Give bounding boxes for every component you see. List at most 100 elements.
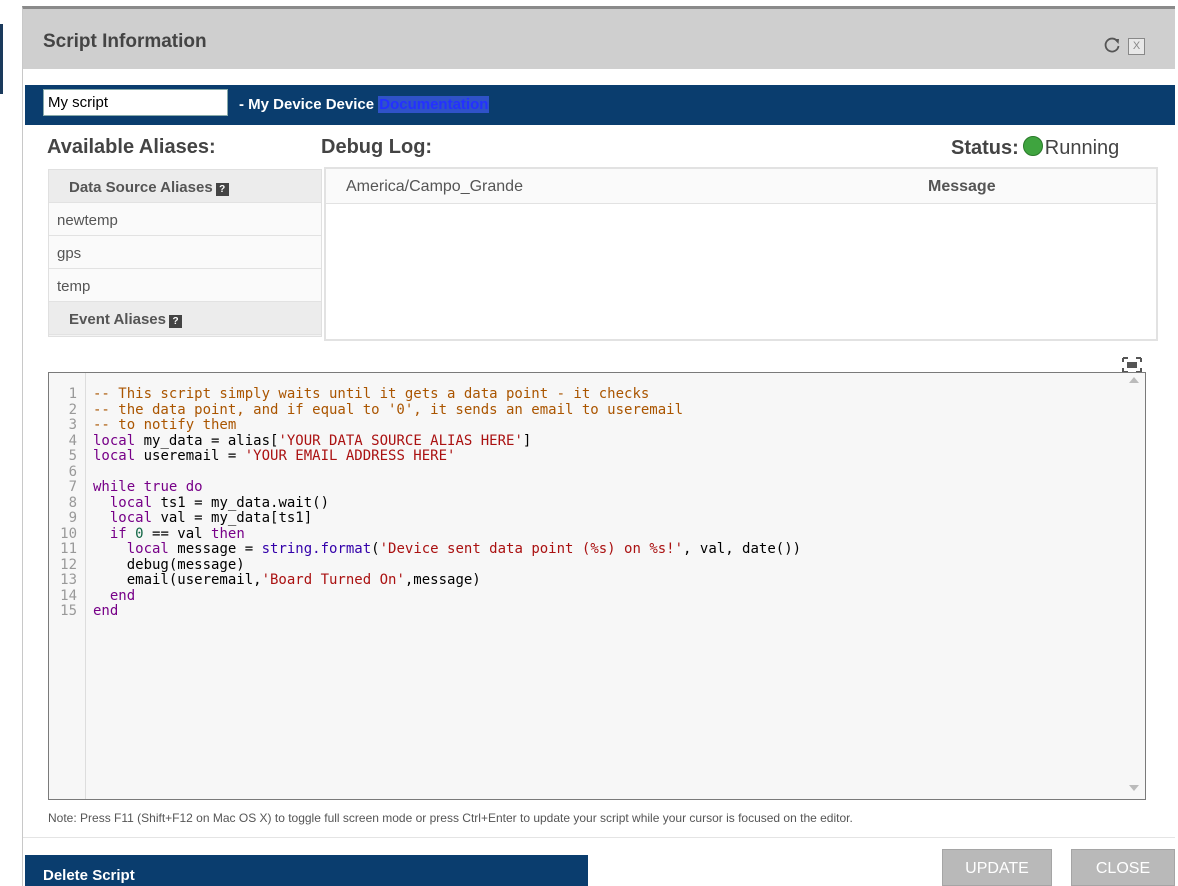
code-token: ] xyxy=(522,432,532,449)
code-text: local useremail = 'YOUR EMAIL ADDRESS HE… xyxy=(93,448,456,465)
debug-log-heading: Debug Log: xyxy=(321,136,433,158)
code-line[interactable]: 9 local val = my_data[ts1] xyxy=(49,510,1145,527)
code-token: local xyxy=(93,432,136,449)
dialog-title: Script Information xyxy=(43,31,207,52)
code-line[interactable]: 12 debug(message) xyxy=(49,556,1145,574)
debug-log-table: America/Campo_Grande Message xyxy=(324,167,1158,341)
code-token: string.format xyxy=(261,541,372,557)
code-content[interactable]: 1 -- This script simply waits until it ge… xyxy=(49,386,1145,620)
documentation-link[interactable]: Documentation xyxy=(378,96,490,113)
code-line[interactable]: 10 if 0 == val then xyxy=(49,525,1145,543)
code-token: local xyxy=(93,448,136,464)
script-name-bar: - My Device Device Documentation xyxy=(25,85,1175,125)
line-number: 1 xyxy=(68,386,77,402)
code-line[interactable]: 14 end xyxy=(49,588,1145,605)
code-token: local xyxy=(109,494,153,511)
code-token: end xyxy=(93,603,119,619)
scroll-down-arrow[interactable] xyxy=(1129,785,1139,791)
message-column-header[interactable]: Message xyxy=(928,178,996,196)
line-number: 13 xyxy=(60,572,77,588)
delete-script-button[interactable]: Delete Script xyxy=(25,855,588,886)
code-token: true xyxy=(143,479,178,495)
code-text: end xyxy=(93,603,119,620)
code-text: -- the data point, and if equal to '0', … xyxy=(93,401,684,419)
code-line[interactable]: 4 local my_data = alias['YOUR DATA SOURCE… xyxy=(49,432,1145,450)
code-token: -- This script simply waits until it get… xyxy=(93,386,650,402)
code-token: -- to notify them xyxy=(93,417,237,433)
help-icon[interactable]: ? xyxy=(169,315,182,328)
code-line[interactable]: 13 email(useremail,'Board Turned On',mes… xyxy=(49,572,1145,589)
code-text: -- This script simply waits until it get… xyxy=(93,386,650,403)
code-line[interactable]: 2 -- the data point, and if equal to '0',… xyxy=(49,401,1145,419)
line-number: 4 xyxy=(68,432,77,449)
status-indicator: Status: Running xyxy=(951,136,1119,160)
code-line[interactable]: 6 xyxy=(49,463,1145,481)
timezone-column-header[interactable]: America/Campo_Grande xyxy=(346,178,523,196)
code-token: while xyxy=(93,479,136,495)
dialog-titlebar: Script Information X xyxy=(23,9,1175,69)
code-line[interactable]: 1 -- This script simply waits until it ge… xyxy=(49,386,1145,403)
line-number: 12 xyxy=(60,556,77,573)
code-token: useremail = xyxy=(135,448,245,464)
line-number: 10 xyxy=(60,525,77,542)
scroll-up-arrow[interactable] xyxy=(1129,377,1139,383)
alias-item[interactable]: temp xyxy=(49,269,321,302)
code-editor[interactable]: 1 -- This script simply waits until it ge… xyxy=(48,372,1146,800)
line-number: 6 xyxy=(68,463,77,480)
line-number: 5 xyxy=(68,448,77,464)
code-token: == val xyxy=(143,525,212,542)
code-token: 'YOUR DATA SOURCE ALIAS HERE' xyxy=(278,432,523,449)
code-text: local message = string.format('Device se… xyxy=(93,541,801,558)
event-aliases-label: Event Aliases xyxy=(69,311,166,328)
code-token: ts1 = my_data.wait() xyxy=(152,494,330,511)
left-edge-accent xyxy=(0,24,3,94)
help-icon[interactable]: ? xyxy=(215,183,229,196)
code-text: local ts1 = my_data.wait() xyxy=(93,494,330,512)
script-information-dialog: Script Information X - My Device Device … xyxy=(22,6,1175,886)
data-source-aliases-label: Data Source Aliases xyxy=(69,179,213,196)
code-line[interactable]: 3 -- to notify them xyxy=(49,417,1145,434)
line-number: 11 xyxy=(60,541,77,557)
update-button[interactable]: UPDATE xyxy=(942,849,1052,886)
code-token: email(useremail, xyxy=(93,572,262,588)
code-token: 'Device sent data point (%s) on %s!' xyxy=(379,541,684,557)
code-token: 0 xyxy=(135,525,144,542)
alias-item[interactable]: newtemp xyxy=(49,203,321,236)
aliases-panel: Data Source Aliases? newtemp gps temp Ev… xyxy=(48,169,322,337)
code-line[interactable]: 11 local message = string.format('Device… xyxy=(49,541,1145,558)
code-line[interactable]: 15 end xyxy=(49,603,1145,620)
line-number: 2 xyxy=(68,401,77,418)
line-number: 9 xyxy=(68,510,77,526)
refresh-icon[interactable] xyxy=(1103,36,1121,54)
code-line[interactable]: 7 while true do xyxy=(49,479,1145,496)
code-line[interactable]: 5 local useremail = 'YOUR EMAIL ADDRESS H… xyxy=(49,448,1145,465)
alias-item[interactable]: gps xyxy=(49,236,321,269)
code-text: email(useremail,'Board Turned On',messag… xyxy=(93,572,481,589)
line-number: 8 xyxy=(68,494,77,511)
code-token: 'YOUR EMAIL ADDRESS HERE' xyxy=(244,448,456,464)
code-text: if 0 == val then xyxy=(93,525,245,543)
code-token: -- the data point, and if equal to '0', … xyxy=(93,401,684,418)
code-token: my_data = alias[ xyxy=(135,432,279,449)
script-name-input[interactable] xyxy=(43,89,228,116)
close-button[interactable]: CLOSE xyxy=(1071,849,1175,886)
status-running-icon xyxy=(1022,136,1043,156)
code-text: debug(message) xyxy=(93,557,245,574)
code-token: ,message) xyxy=(404,572,481,588)
code-text: end xyxy=(93,588,135,605)
data-source-aliases-header: Data Source Aliases? xyxy=(49,170,321,203)
code-line[interactable]: 8 local ts1 = my_data.wait() xyxy=(49,494,1145,512)
aliases-heading: Available Aliases: xyxy=(47,136,216,158)
code-token: message = xyxy=(168,541,262,557)
close-icon[interactable]: X xyxy=(1128,38,1145,55)
event-aliases-header: Event Aliases? xyxy=(49,302,321,335)
code-token: ( xyxy=(371,541,380,557)
code-text: local my_data = alias['YOUR DATA SOURCE … xyxy=(93,432,532,450)
